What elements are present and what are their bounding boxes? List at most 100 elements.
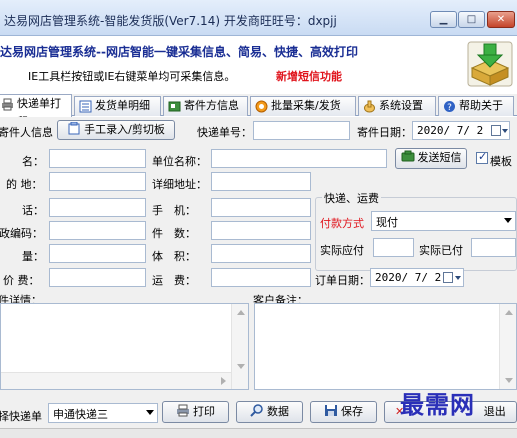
tab-label: 批量采集/发货	[271, 99, 341, 112]
help-icon: ?	[444, 101, 455, 113]
close-window-button[interactable]: ✕	[487, 11, 515, 28]
svg-text:?: ?	[447, 103, 452, 113]
save-button[interactable]: 保存	[310, 401, 377, 423]
chevron-down-icon	[504, 218, 512, 223]
mobile-label: 手 机：	[152, 204, 196, 217]
send-sms-label: 发送短信	[417, 151, 462, 164]
header-banner: 达易网店管理系统--网店智能一键采集信息、简易、快捷、高效打印 IE工具栏按钮或…	[0, 36, 517, 94]
express-template-select[interactable]: 申通快递三	[48, 403, 158, 423]
data-label: 数据	[267, 405, 289, 418]
item-details-scrollbar[interactable]	[231, 304, 248, 389]
contact-card-icon	[168, 101, 181, 112]
declared-value-input[interactable]	[49, 268, 146, 287]
printer-icon	[2, 98, 13, 111]
printer-icon	[177, 404, 189, 417]
order-date-value: 2020/ 7/ 2	[375, 271, 442, 284]
customer-note-scrollbar[interactable]	[499, 304, 516, 389]
order-date-label: 订单日期：	[315, 274, 370, 287]
weight-label: 量：	[22, 250, 44, 263]
window-title: 达易网店管理系统-智能发货版(Ver7.14) 开发商旺旺号：dxpjj	[4, 14, 337, 28]
phone-input[interactable]	[49, 198, 146, 217]
express-freight-group: 快递、运费 付款方式 现付 实际应付 实际已付	[315, 190, 517, 271]
title-bar: 达易网店管理系统-智能发货版(Ver7.14) 开发商旺旺号：dxpjj ▁ □…	[0, 0, 517, 36]
watermark: 最需网	[400, 390, 475, 419]
phone-label: 话：	[22, 204, 44, 217]
checkmark-icon: ✓	[478, 150, 488, 163]
save-label: 保存	[341, 405, 363, 418]
pieces-label: 件 数：	[152, 227, 196, 240]
scroll-up-icon	[237, 310, 245, 315]
tab-label: 帮助关于	[459, 99, 503, 112]
customer-note-textarea[interactable]	[254, 303, 517, 390]
tab-shipping-details[interactable]: 发货单明细	[74, 96, 161, 116]
data-button[interactable]: 数据	[236, 401, 303, 423]
express-group-title: 快递、运费	[322, 190, 381, 206]
minimize-button[interactable]: ▁	[430, 11, 457, 28]
close-icon: ✕	[496, 14, 506, 25]
tab-label: 系统设置	[379, 99, 423, 112]
manual-entry-label: 手工录入/剪切板	[84, 123, 165, 136]
name-label: 名：	[22, 155, 44, 168]
pieces-input[interactable]	[211, 221, 311, 240]
tracking-no-label: 快递单号：	[197, 126, 252, 139]
chevron-down-icon	[146, 410, 154, 415]
tracking-no-input[interactable]	[253, 121, 350, 140]
address-input[interactable]	[211, 172, 311, 191]
status-bar	[0, 428, 517, 438]
declared-value-label: 价 费：	[3, 274, 40, 287]
scroll-down-icon	[237, 364, 245, 369]
tab-help-about[interactable]: ? 帮助关于	[438, 96, 514, 116]
volume-input[interactable]	[211, 244, 311, 263]
freight-input[interactable]	[211, 268, 311, 287]
manual-entry-button[interactable]: 手工录入/剪切板	[57, 120, 175, 140]
actual-payable-input[interactable]	[373, 238, 414, 257]
choose-template-label: 择快递单	[0, 410, 42, 423]
company-input[interactable]	[211, 149, 387, 168]
chevron-down-icon	[455, 276, 461, 280]
tab-system-settings[interactable]: 系统设置	[358, 96, 436, 116]
order-date-picker[interactable]: 2020/ 7/ 2	[370, 268, 464, 287]
package-download-logo-icon	[467, 41, 513, 87]
payment-method-select[interactable]: 现付	[371, 211, 516, 231]
phone-icon	[401, 150, 414, 162]
actual-payable-label: 实际应付	[320, 244, 364, 257]
maximize-icon: □	[466, 14, 477, 25]
payment-method-label: 付款方式	[320, 217, 364, 230]
actual-paid-input[interactable]	[471, 238, 516, 257]
postcode-label: 政编码：	[0, 227, 43, 240]
item-details-textarea[interactable]	[0, 303, 249, 390]
template-label: 模板	[490, 155, 512, 168]
name-input[interactable]	[49, 149, 146, 168]
scroll-up-icon	[505, 310, 513, 315]
ship-date-label: 寄件日期：	[357, 126, 412, 139]
ship-date-picker[interactable]: 2020/ 7/ 2	[412, 121, 510, 140]
tab-batch-collect[interactable]: 批量采集/发货	[250, 96, 356, 116]
send-sms-button[interactable]: 发送短信	[395, 148, 467, 169]
settings-hand-icon	[364, 100, 375, 113]
address-label: 详细地址：	[152, 178, 207, 191]
tab-label: 发货单明细	[95, 99, 150, 112]
postcode-input[interactable]	[49, 221, 146, 240]
freight-label: 运 费：	[152, 274, 196, 287]
template-checkbox[interactable]: ✓	[476, 150, 488, 164]
chevron-down-icon	[502, 129, 508, 133]
maximize-button[interactable]: □	[458, 11, 485, 28]
weight-input[interactable]	[49, 244, 146, 263]
tab-sender-info[interactable]: 寄件方信息	[163, 96, 248, 116]
tab-express-print[interactable]: 快递单打印	[0, 94, 72, 128]
save-disk-icon	[325, 405, 337, 416]
document-list-icon	[79, 100, 92, 113]
orange-circle-icon	[255, 100, 268, 113]
scroll-down-icon	[505, 378, 513, 383]
exit-label: 退出	[483, 405, 506, 418]
destination-input[interactable]	[49, 172, 146, 191]
payment-method-value: 现付	[376, 216, 398, 229]
print-button[interactable]: 打印	[162, 401, 229, 423]
calendar-icon	[443, 272, 453, 283]
mobile-input[interactable]	[211, 198, 311, 217]
tab-label: 寄件方信息	[184, 99, 239, 112]
print-label: 打印	[193, 405, 215, 418]
tab-bar: 快递单打印 发货单明细 寄件方信息 批量采集/发货 系统设置 ? 帮助关于	[0, 94, 517, 128]
item-details-hscrollbar[interactable]	[1, 372, 231, 389]
destination-label: 的 地：	[6, 178, 43, 191]
